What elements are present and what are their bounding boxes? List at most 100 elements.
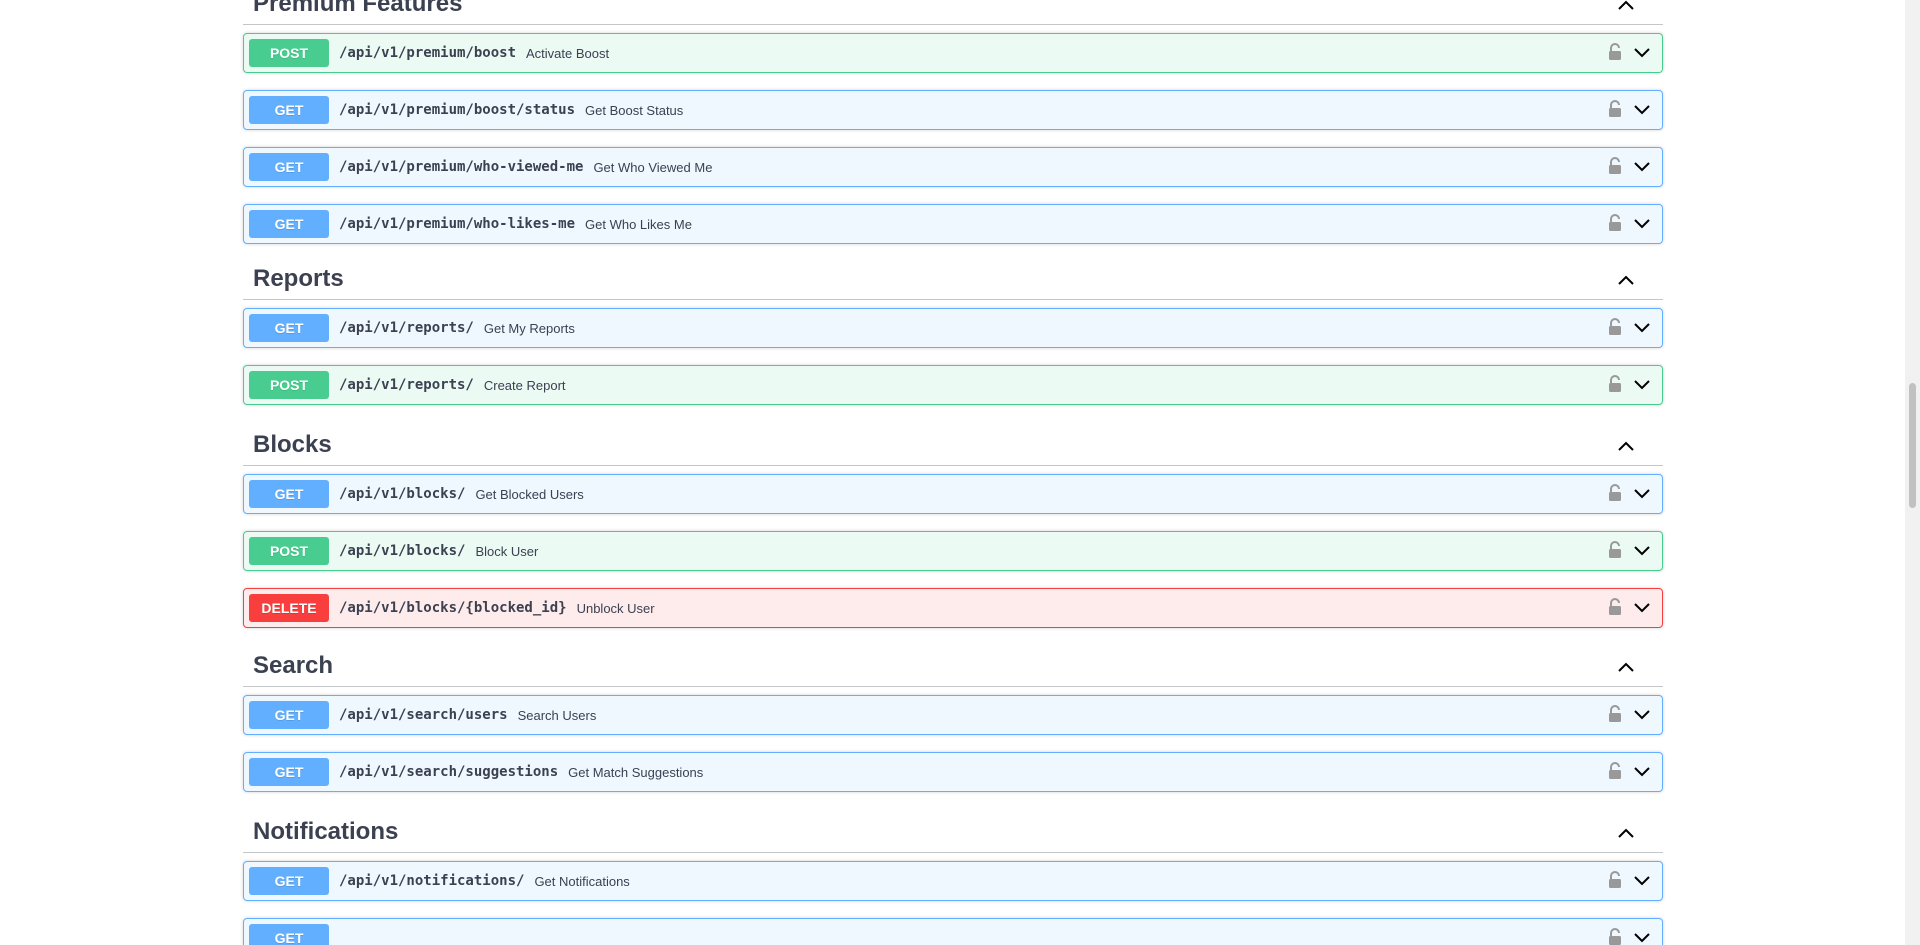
lock-icon[interactable] <box>1606 761 1624 781</box>
operations-list: GET/api/v1/reports/Get My Reports POST/ap… <box>243 304 1663 405</box>
lock-icon[interactable] <box>1606 317 1624 337</box>
chevron-down-icon[interactable] <box>1632 317 1652 337</box>
endpoint-path: /api/v1/premium/boost/status <box>339 102 576 118</box>
operation-icons <box>1606 213 1652 233</box>
operation-icons <box>1606 374 1652 394</box>
chevron-down-icon[interactable] <box>1632 156 1652 176</box>
endpoint-summary: Get Blocked Users <box>475 486 584 502</box>
lock-icon[interactable] <box>1606 156 1624 176</box>
operation-row[interactable]: GET/api/v1/reports/Get My Reports <box>243 308 1663 348</box>
operation-icons <box>1606 927 1652 945</box>
lock-icon[interactable] <box>1606 483 1624 503</box>
endpoint-path: /api/v1/search/suggestions <box>339 764 559 780</box>
tag-section-title[interactable]: Blocks <box>253 431 332 465</box>
http-method-badge: POST <box>249 371 329 399</box>
operation-row[interactable]: GET/api/v1/premium/who-viewed-me Get Who … <box>243 147 1663 187</box>
endpoint-path: /api/v1/premium/boost <box>339 45 517 61</box>
tag-section-header[interactable]: Notifications <box>243 815 1663 853</box>
chevron-down-icon[interactable] <box>1632 927 1652 945</box>
endpoint-path: /api/v1/search/users <box>339 707 508 723</box>
operation-icons <box>1606 870 1652 890</box>
http-method-badge: GET <box>249 480 329 508</box>
lock-icon[interactable] <box>1606 213 1624 233</box>
chevron-down-icon[interactable] <box>1632 761 1652 781</box>
chevron-down-icon[interactable] <box>1632 42 1652 62</box>
chevron-up-icon[interactable] <box>1613 655 1639 681</box>
endpoint-path: /api/v1/blocks/{blocked_id} <box>339 600 567 616</box>
chevron-down-icon[interactable] <box>1632 213 1652 233</box>
chevron-down-icon[interactable] <box>1632 374 1652 394</box>
operation-icons <box>1606 99 1652 119</box>
operations-list: GET/api/v1/search/users Search Users GET/a… <box>243 691 1663 792</box>
http-method-badge: GET <box>249 314 329 342</box>
tag-section-header[interactable]: Premium Features <box>243 0 1663 25</box>
lock-icon[interactable] <box>1606 99 1624 119</box>
endpoint-summary: Create Report <box>483 377 566 393</box>
chevron-up-icon[interactable] <box>1613 268 1639 294</box>
chevron-up-icon[interactable] <box>1613 0 1639 19</box>
tag-section-title[interactable]: Reports <box>253 265 344 299</box>
http-method-badge: POST <box>249 39 329 67</box>
chevron-up-icon[interactable] <box>1613 434 1639 460</box>
operation-row[interactable]: GET/api/v1/premium/who-likes-me Get Who L… <box>243 204 1663 244</box>
lock-icon[interactable] <box>1606 597 1624 617</box>
operation-row[interactable]: DELETE/api/v1/blocks/{blocked_id} Unblock… <box>243 588 1663 628</box>
lock-icon[interactable] <box>1606 42 1624 62</box>
operation-row[interactable]: POST/api/v1/blocks/Block User <box>243 531 1663 571</box>
tag-section-notifications: Notifications GET/api/v1/notifications/Ge… <box>243 815 1663 945</box>
lock-icon[interactable] <box>1606 374 1624 394</box>
endpoint-path: /api/v1/blocks/ <box>339 543 466 559</box>
endpoint-summary: Search Users <box>517 707 597 723</box>
chevron-down-icon[interactable] <box>1632 99 1652 119</box>
tag-section-title[interactable]: Premium Features <box>253 0 462 24</box>
lock-icon[interactable] <box>1606 540 1624 560</box>
operation-row[interactable]: GET/api/v1/notifications/Get Notificatio… <box>243 861 1663 901</box>
endpoint-summary: Unblock User <box>576 600 655 616</box>
operation-row[interactable]: GET/api/v1/blocks/Get Blocked Users <box>243 474 1663 514</box>
operation-icons <box>1606 540 1652 560</box>
operations-list: GET/api/v1/blocks/Get Blocked Users POST /… <box>243 470 1663 628</box>
endpoint-path: /api/v1/notifications/ <box>339 873 525 889</box>
endpoint-path: /api/v1/reports/ <box>339 320 474 336</box>
tag-section-search: Search GET/api/v1/search/users Search User… <box>243 649 1663 809</box>
scrollbar-thumb[interactable] <box>1909 383 1916 508</box>
vertical-scrollbar[interactable] <box>1905 0 1920 945</box>
http-method-badge: GET <box>249 924 329 945</box>
http-method-badge: GET <box>249 96 329 124</box>
endpoint-summary: Block User <box>475 543 539 559</box>
operation-icons <box>1606 42 1652 62</box>
chevron-down-icon[interactable] <box>1632 704 1652 724</box>
http-method-badge: POST <box>249 537 329 565</box>
operation-row[interactable]: GET/api/v1/search/suggestions Get Match S… <box>243 752 1663 792</box>
operation-row[interactable]: POST/api/v1/premium/boost Activate Boost <box>243 33 1663 73</box>
chevron-down-icon[interactable] <box>1632 483 1652 503</box>
chevron-up-icon[interactable] <box>1613 821 1639 847</box>
operation-row[interactable]: GET/api/v1/premium/boost/status Get Boost… <box>243 90 1663 130</box>
operation-icons <box>1606 483 1652 503</box>
chevron-down-icon[interactable] <box>1632 870 1652 890</box>
lock-icon[interactable] <box>1606 870 1624 890</box>
operation-icons <box>1606 761 1652 781</box>
tag-section-title[interactable]: Search <box>253 652 333 686</box>
operation-row[interactable]: GET <box>243 918 1663 945</box>
tag-section-title[interactable]: Notifications <box>253 818 398 852</box>
endpoint-path: /api/v1/reports/ <box>339 377 474 393</box>
http-method-badge: GET <box>249 701 329 729</box>
chevron-down-icon[interactable] <box>1632 540 1652 560</box>
swagger-page: Premium Features POST/api/v1/premium/boos… <box>0 0 1920 945</box>
lock-icon[interactable] <box>1606 927 1624 945</box>
operation-icons <box>1606 704 1652 724</box>
tag-section-header[interactable]: Reports <box>243 262 1663 300</box>
http-method-badge: GET <box>249 153 329 181</box>
chevron-down-icon[interactable] <box>1632 597 1652 617</box>
tag-section-reports: Reports GET/api/v1/reports/Get My Reports… <box>243 262 1663 422</box>
http-method-badge: GET <box>249 758 329 786</box>
operation-row[interactable]: GET/api/v1/search/users Search Users <box>243 695 1663 735</box>
operation-row[interactable]: POST/api/v1/reports/Create Report <box>243 365 1663 405</box>
endpoint-path: /api/v1/premium/who-likes-me <box>339 216 576 232</box>
endpoint-path: /api/v1/premium/who-viewed-me <box>339 159 584 175</box>
http-method-badge: GET <box>249 867 329 895</box>
tag-section-header[interactable]: Search <box>243 649 1663 687</box>
lock-icon[interactable] <box>1606 704 1624 724</box>
tag-section-header[interactable]: Blocks <box>243 428 1663 466</box>
